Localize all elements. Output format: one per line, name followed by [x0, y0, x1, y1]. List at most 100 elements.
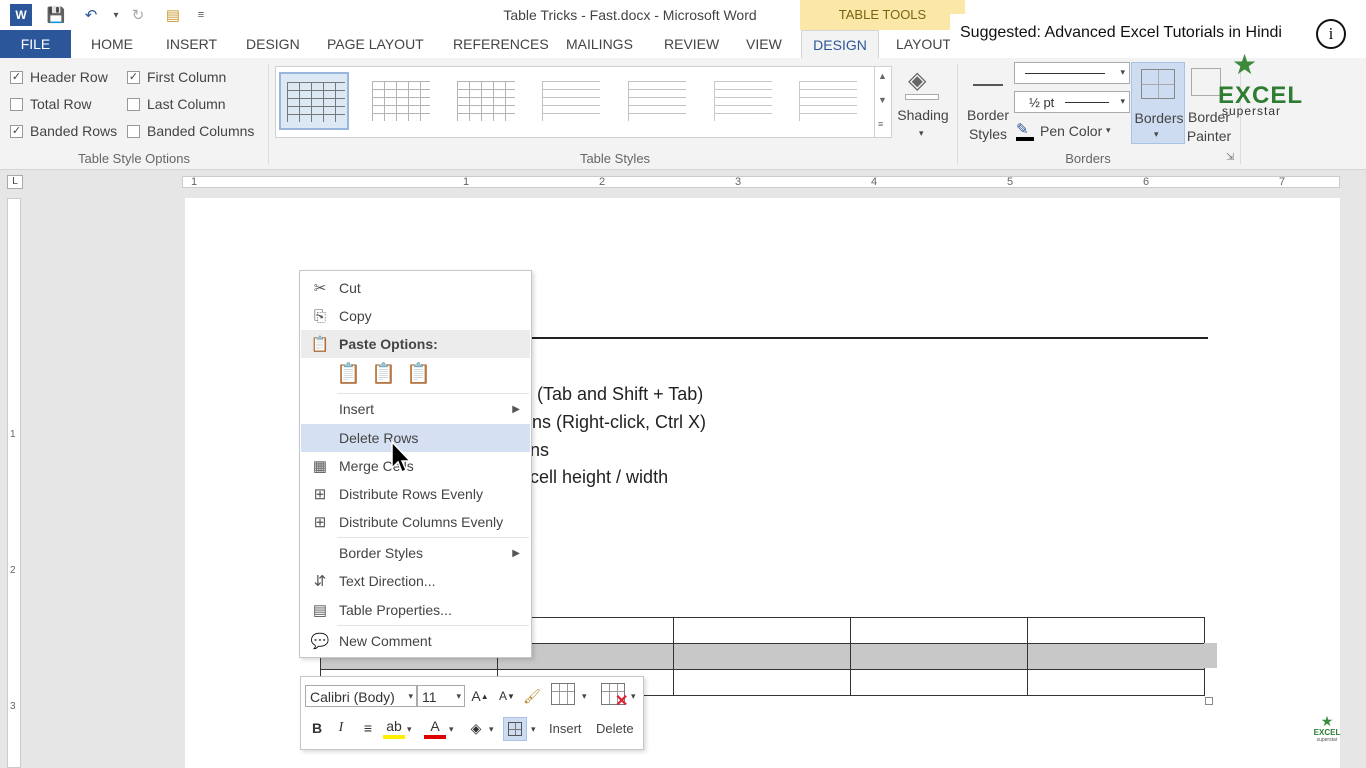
- table-tools-label: TABLE TOOLS: [800, 0, 965, 30]
- banded-rows-label: Banded Rows: [30, 123, 118, 139]
- banded-rows-option[interactable]: ✓ Banded Rows: [10, 122, 117, 140]
- format-painter-icon[interactable]: 🖌: [521, 685, 543, 707]
- shading-icon[interactable]: ◈: [465, 717, 487, 739]
- tab-selector-icon[interactable]: L: [7, 175, 23, 189]
- grow-font-icon[interactable]: A ▲: [469, 685, 491, 707]
- tab-design[interactable]: DESIGN: [242, 30, 304, 58]
- paste-text-only-icon[interactable]: 📋: [406, 361, 432, 389]
- table-style-grid[interactable]: [279, 72, 349, 130]
- comment-icon: 💬: [310, 633, 330, 650]
- suggested-text[interactable]: Suggested: Advanced Excel Tutorials in H…: [960, 24, 1282, 42]
- ribbon: ✓ Header Row Total Row ✓ Banded Rows ✓ Firs…: [0, 50, 1366, 170]
- tab-table-design[interactable]: DESIGN: [801, 30, 879, 58]
- borders-dialog-launcher-icon[interactable]: ⇲: [1226, 152, 1234, 163]
- total-row-checkbox[interactable]: [10, 97, 23, 111]
- document-line[interactable]: ns: [530, 440, 549, 461]
- vertical-ruler[interactable]: 1 2 3: [7, 198, 21, 768]
- menu-item-cut[interactable]: ✂ Cut: [301, 274, 530, 302]
- table-style-plain-1[interactable]: [365, 72, 435, 130]
- highlight-icon[interactable]: ab: [383, 717, 405, 739]
- insert-label[interactable]: Insert: [549, 721, 582, 736]
- context-menu: ✂ Cut ⎘ Copy 📋 Paste Options: 📋 📋 📋 Insert ▶…: [299, 270, 532, 658]
- last-column-checkbox[interactable]: [127, 97, 140, 111]
- bold-button[interactable]: B: [307, 717, 327, 739]
- italic-button[interactable]: I: [331, 717, 351, 739]
- tab-references[interactable]: REFERENCES: [449, 30, 553, 58]
- tab-insert[interactable]: INSERT: [162, 30, 221, 58]
- menu-item-text-direction[interactable]: ⇵ Text Direction...: [301, 567, 530, 595]
- tab-home[interactable]: HOME: [87, 30, 137, 58]
- borders-dropdown-icon: ▾: [1154, 129, 1159, 139]
- tab-table-layout[interactable]: LAYOUT: [892, 30, 955, 58]
- borders-mini-dropdown-icon[interactable]: ▾: [531, 724, 536, 735]
- delete-table-icon[interactable]: ✕: [601, 683, 631, 713]
- table-style-plain-4[interactable]: [621, 72, 691, 130]
- shading-button[interactable]: ◈ Shading ▾: [896, 66, 950, 146]
- ruler-mark: 4: [871, 176, 878, 188]
- banded-columns-checkbox[interactable]: [127, 124, 140, 138]
- font-name-select[interactable]: Calibri (Body) ▾: [305, 685, 417, 707]
- menu-item-distribute-rows[interactable]: ⊞ Distribute Rows Evenly: [301, 480, 530, 508]
- watermark-subtitle: superstar: [1222, 104, 1282, 118]
- shrink-font-icon[interactable]: A ▼: [496, 685, 518, 707]
- font-color-dropdown-icon[interactable]: ▾: [449, 724, 454, 735]
- last-column-option[interactable]: Last Column: [127, 95, 226, 113]
- borders-button[interactable]: Borders ▾: [1131, 62, 1185, 144]
- font-color-icon[interactable]: A: [424, 717, 446, 739]
- info-icon[interactable]: i: [1316, 19, 1346, 49]
- table-styles-gallery: ▲ ▼ ≡: [275, 66, 892, 138]
- gallery-more-icon[interactable]: ≡: [878, 119, 883, 129]
- menu-item-label: Copy: [339, 308, 372, 324]
- document-line[interactable]: cell height / width: [530, 467, 668, 488]
- banded-columns-option[interactable]: Banded Columns: [127, 122, 254, 140]
- insert-dropdown-icon[interactable]: ▾: [582, 691, 587, 702]
- pen-color-button[interactable]: ✎ Pen Color ▾: [1016, 120, 1132, 142]
- font-size-select[interactable]: 11 ▾: [417, 685, 465, 707]
- first-column-checkbox[interactable]: ✓: [127, 70, 140, 84]
- line-style-select[interactable]: ▾: [1014, 62, 1130, 84]
- shading-dropdown-icon[interactable]: ▾: [489, 724, 494, 735]
- menu-item-delete-rows[interactable]: Delete Rows: [301, 424, 530, 452]
- tab-file[interactable]: FILE: [0, 30, 71, 58]
- delete-label[interactable]: Delete: [596, 721, 634, 736]
- total-row-option[interactable]: Total Row: [10, 95, 91, 113]
- menu-item-border-styles[interactable]: Border Styles ▶: [301, 539, 530, 567]
- paste-merge-formatting-icon[interactable]: 📋: [371, 361, 397, 389]
- tab-review[interactable]: REVIEW: [660, 30, 723, 58]
- menu-item-new-comment[interactable]: 💬 New Comment: [301, 627, 530, 655]
- border-styles-button[interactable]: Border Styles: [963, 68, 1013, 148]
- table-style-plain-6[interactable]: [792, 72, 862, 130]
- menu-item-distribute-columns[interactable]: ⊞ Distribute Columns Evenly: [301, 508, 530, 536]
- center-align-icon[interactable]: ≡: [357, 717, 379, 739]
- gallery-down-icon[interactable]: ▼: [878, 95, 887, 105]
- menu-item-table-properties[interactable]: ▤ Table Properties...: [301, 596, 530, 624]
- table-style-plain-3[interactable]: [535, 72, 605, 130]
- banded-rows-checkbox[interactable]: ✓: [10, 124, 23, 138]
- document-line[interactable]: nns (Right-click, Ctrl X): [522, 412, 706, 433]
- borders-mini-button[interactable]: [503, 717, 527, 741]
- tab-mailings[interactable]: MAILINGS: [562, 30, 637, 58]
- menu-item-merge-cells[interactable]: ▦ Merge Cells: [301, 452, 530, 480]
- menu-item-insert[interactable]: Insert ▶: [301, 395, 530, 423]
- mouse-cursor-icon: [391, 440, 412, 474]
- first-column-option[interactable]: ✓ First Column: [127, 68, 226, 86]
- tab-view[interactable]: VIEW: [742, 30, 786, 58]
- paste-keep-formatting-icon[interactable]: 📋: [336, 361, 362, 389]
- table-style-plain-2[interactable]: [450, 72, 520, 130]
- gallery-up-icon[interactable]: ▲: [878, 71, 887, 81]
- tab-page-layout[interactable]: PAGE LAYOUT: [323, 30, 428, 58]
- table-style-plain-5[interactable]: [707, 72, 777, 130]
- ruler-bar[interactable]: 1 1 2 3 4 5 6 7: [182, 176, 1340, 188]
- gallery-scroll: ▲ ▼ ≡: [874, 67, 892, 137]
- line-weight-select[interactable]: ½ pt ▾: [1014, 91, 1130, 113]
- header-row-checkbox[interactable]: ✓: [10, 70, 23, 84]
- document-line[interactable]: e (Tab and Shift + Tab): [522, 384, 703, 405]
- table-resize-handle[interactable]: [1205, 697, 1213, 705]
- menu-item-copy[interactable]: ⎘ Copy: [301, 302, 530, 330]
- watermark-small-star-icon: ★: [1320, 713, 1334, 729]
- header-row-option[interactable]: ✓ Header Row: [10, 68, 108, 86]
- highlight-dropdown-icon[interactable]: ▾: [407, 724, 412, 735]
- delete-dropdown-icon[interactable]: ▾: [631, 691, 636, 702]
- ruler-mark: 7: [1279, 176, 1286, 188]
- suggested-video-banner[interactable]: Suggested: Advanced Excel Tutorials in H…: [950, 14, 1366, 54]
